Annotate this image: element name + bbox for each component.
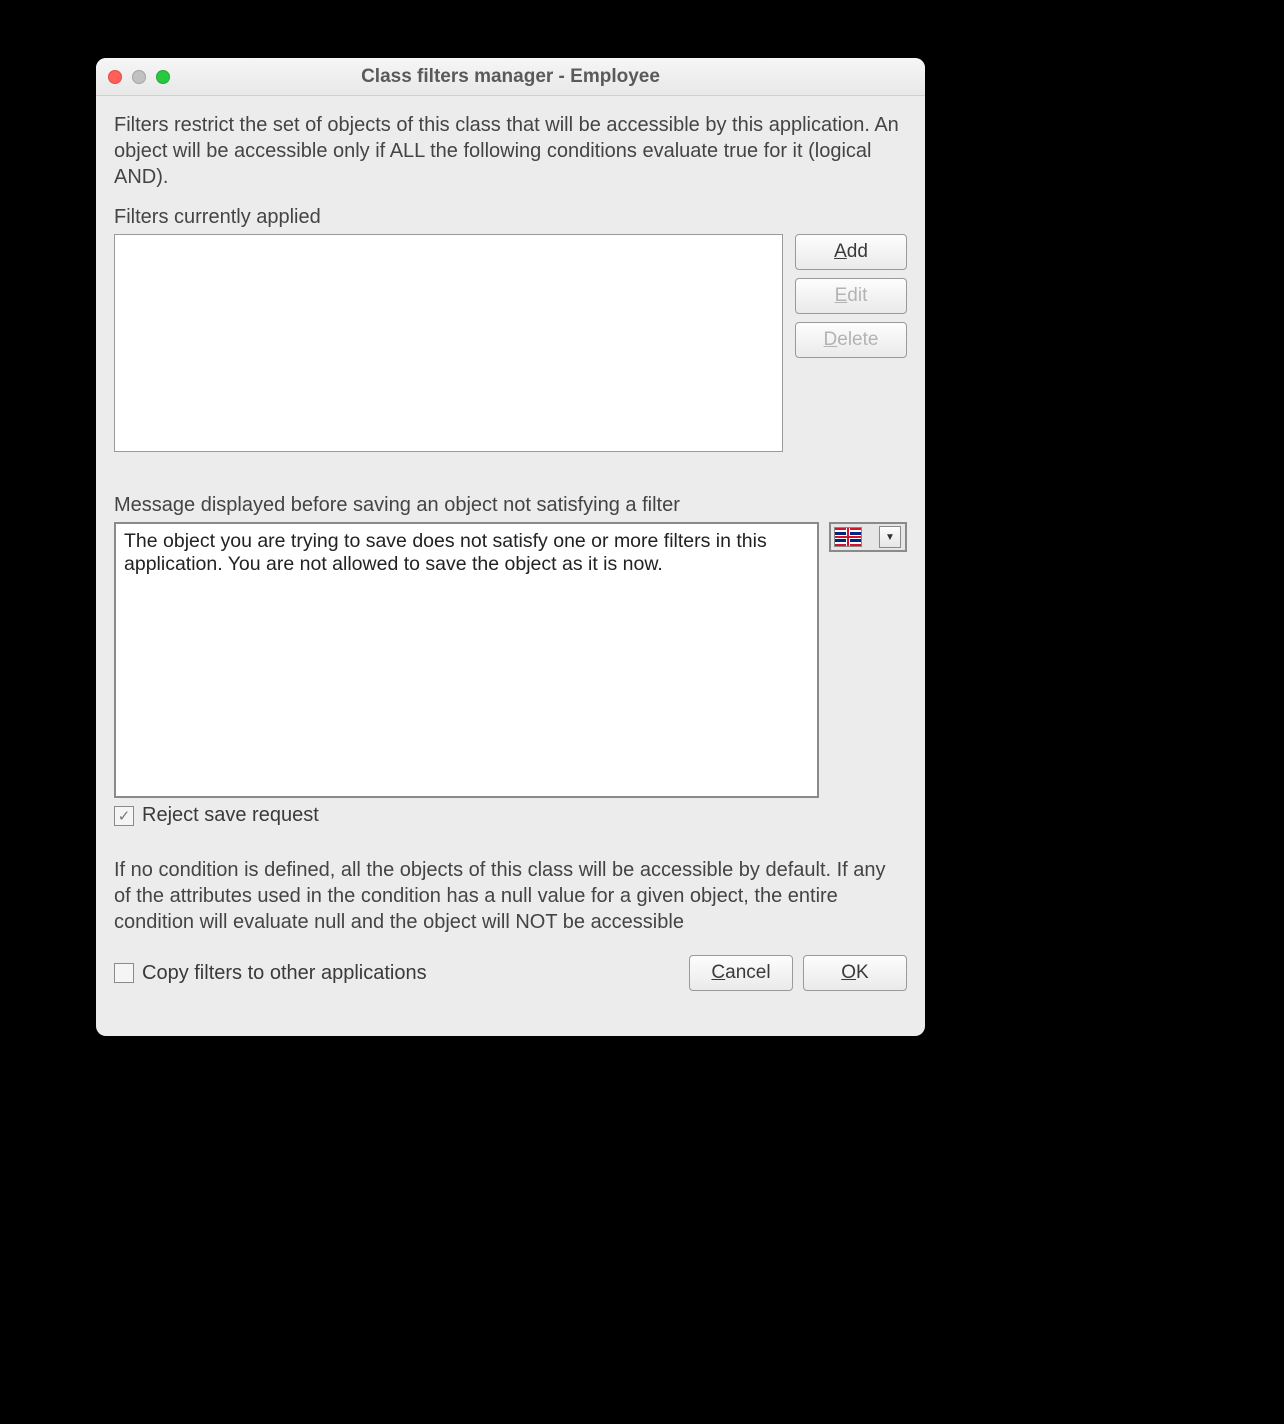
filters-listbox[interactable] (114, 234, 783, 452)
message-label: Message displayed before saving an objec… (114, 492, 907, 518)
uk-flag-icon (835, 528, 861, 546)
titlebar[interactable]: Class filters manager - Employee (96, 58, 925, 96)
reject-save-label: Reject save request (142, 804, 319, 827)
add-button[interactable]: Add (795, 234, 907, 270)
close-icon[interactable] (108, 70, 122, 84)
reject-save-checkbox[interactable] (114, 806, 134, 826)
ok-button[interactable]: OK (803, 955, 907, 991)
description-text: Filters restrict the set of objects of t… (114, 112, 907, 190)
filters-label: Filters currently applied (114, 204, 907, 230)
footer-description: If no condition is defined, all the obje… (114, 857, 907, 935)
cancel-button[interactable]: Cancel (689, 955, 793, 991)
message-textarea[interactable] (114, 522, 819, 798)
dialog-window: Class filters manager - Employee Filters… (96, 58, 925, 1036)
copy-filters-checkbox[interactable] (114, 963, 134, 983)
window-title: Class filters manager - Employee (96, 66, 925, 88)
zoom-icon[interactable] (156, 70, 170, 84)
dialog-content: Filters restrict the set of objects of t… (96, 96, 925, 1036)
copy-filters-label: Copy filters to other applications (142, 962, 427, 985)
edit-button: Edit (795, 278, 907, 314)
chevron-down-icon: ▼ (879, 526, 901, 548)
locale-dropdown[interactable]: ▼ (829, 522, 907, 552)
delete-button: Delete (795, 322, 907, 358)
window-controls (108, 70, 170, 84)
minimize-icon[interactable] (132, 70, 146, 84)
